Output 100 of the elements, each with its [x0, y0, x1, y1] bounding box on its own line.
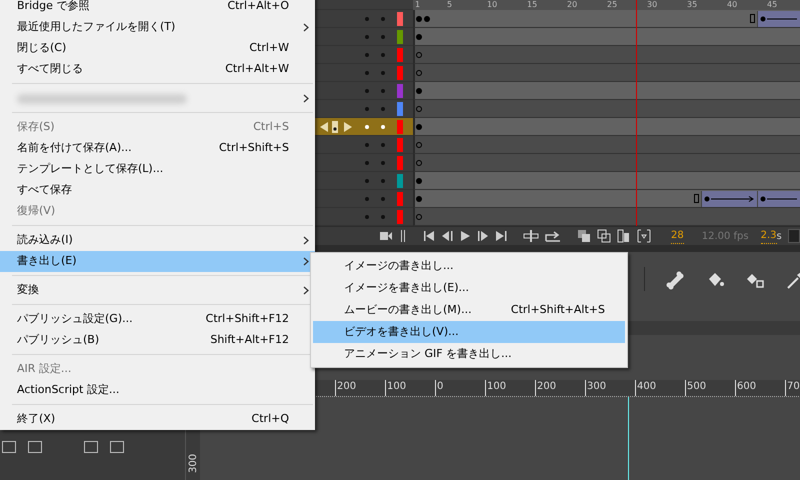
- lock-dot[interactable]: [381, 88, 385, 92]
- visibility-dot[interactable]: [365, 34, 369, 38]
- menu-item[interactable]: イメージを書き出し(E)...: [313, 277, 625, 299]
- visibility-dot[interactable]: [365, 196, 369, 200]
- tween-span[interactable]: [701, 190, 757, 206]
- step-back-icon[interactable]: [441, 229, 453, 243]
- frame-number: 1: [415, 0, 420, 10]
- center-frame-icon[interactable]: [523, 229, 539, 243]
- visibility-dot[interactable]: [365, 160, 369, 164]
- lock-dot[interactable]: [381, 142, 385, 146]
- visibility-dot[interactable]: [365, 16, 369, 20]
- tween-span[interactable]: [757, 190, 800, 206]
- lock-dot[interactable]: [381, 124, 385, 128]
- menu-item[interactable]: ビデオを書き出し(V)...: [313, 321, 625, 343]
- camera-icon[interactable]: [379, 229, 393, 243]
- keyframe-dot[interactable]: [416, 88, 422, 94]
- layer-header[interactable]: [315, 154, 413, 172]
- edit-frames-icon[interactable]: [617, 229, 631, 243]
- layer-header[interactable]: [315, 208, 413, 226]
- onion-outline-icon[interactable]: [597, 229, 611, 243]
- step-forward-icon[interactable]: [477, 229, 489, 243]
- markers-icon[interactable]: [637, 229, 651, 243]
- current-frame-field[interactable]: 28: [671, 228, 684, 244]
- menu-item[interactable]: 変換: [0, 280, 315, 301]
- layer-header[interactable]: [315, 172, 413, 190]
- visibility-dot[interactable]: [365, 88, 369, 92]
- ruler-label: 100: [385, 380, 435, 396]
- lock-dot[interactable]: [381, 70, 385, 74]
- keyframe-dot[interactable]: [424, 16, 430, 22]
- loop-icon[interactable]: [545, 229, 561, 243]
- frame-marker: [750, 14, 755, 23]
- elapsed-time-field[interactable]: 2.3: [760, 228, 777, 244]
- ruler-label: 0: [435, 380, 485, 396]
- scrollbar[interactable]: [788, 229, 800, 243]
- layer-header[interactable]: [315, 64, 413, 82]
- menu-item[interactable]: 終了(X) Ctrl+Q: [0, 409, 315, 430]
- layer-header[interactable]: [315, 10, 413, 28]
- keyframe-dot[interactable]: [416, 52, 422, 58]
- lock-dot[interactable]: [381, 196, 385, 200]
- layer-header[interactable]: [315, 28, 413, 46]
- lock-dot[interactable]: [381, 214, 385, 218]
- menu-item[interactable]: すべて閉じる Ctrl+Alt+W: [0, 59, 315, 80]
- frame-number: 15: [527, 0, 538, 10]
- menu-item[interactable]: Bridge で参照 Ctrl+Alt+O: [0, 0, 315, 17]
- visibility-dot[interactable]: [365, 142, 369, 146]
- ruler-label: 200: [535, 380, 585, 396]
- keyframe-dot[interactable]: [416, 160, 422, 166]
- menu-item[interactable]: 閉じる(C) Ctrl+W: [0, 38, 315, 59]
- visibility-dot[interactable]: [365, 178, 369, 182]
- visibility-dot[interactable]: [365, 106, 369, 110]
- keyframe-dot[interactable]: [416, 34, 422, 40]
- lock-dot[interactable]: [381, 52, 385, 56]
- menu-item[interactable]: アニメーション GIF を書き出し...: [313, 343, 625, 365]
- layer-header[interactable]: [315, 190, 413, 208]
- frame-number: 30: [647, 0, 658, 10]
- keyframe-dot[interactable]: [416, 142, 422, 148]
- first-frame-icon[interactable]: [423, 229, 435, 243]
- keyframe-dot[interactable]: [416, 106, 422, 112]
- tween-span[interactable]: [757, 10, 800, 26]
- menu-item[interactable]: ActionScript 設定...: [0, 380, 315, 401]
- menu-item[interactable]: すべて保存: [0, 180, 315, 201]
- menu-item[interactable]: 最近使用したファイルを開く(T): [0, 17, 315, 38]
- visibility-dot[interactable]: [365, 52, 369, 56]
- keyframe-dot[interactable]: [416, 16, 422, 22]
- visibility-dot[interactable]: [365, 214, 369, 218]
- lock-dot[interactable]: [381, 160, 385, 164]
- frame-number: 5: [447, 0, 452, 10]
- visibility-dot[interactable]: [365, 124, 369, 128]
- menu-item[interactable]: テンプレートとして保存(L)...: [0, 159, 315, 180]
- bone-icon[interactable]: [665, 270, 685, 290]
- menu-item[interactable]: 書き出し(E): [0, 251, 315, 272]
- keyframe-dot[interactable]: [416, 214, 422, 220]
- layer-nav-icon[interactable]: [319, 120, 353, 134]
- ruler-label: 70: [785, 380, 800, 396]
- layer-header[interactable]: [315, 100, 413, 118]
- menu-item[interactable]: 読み込み(I): [0, 230, 315, 251]
- visibility-dot[interactable]: [365, 70, 369, 74]
- keyframe-dot[interactable]: [416, 178, 422, 184]
- keyframe-dot[interactable]: [416, 196, 422, 202]
- menu-item[interactable]: ムービーの書き出し(M)... Ctrl+Shift+Alt+S: [313, 299, 625, 321]
- layer-header[interactable]: [315, 46, 413, 64]
- bars-icon[interactable]: [399, 229, 407, 243]
- lock-dot[interactable]: [381, 16, 385, 20]
- play-icon[interactable]: [459, 229, 471, 243]
- last-frame-icon[interactable]: [495, 229, 507, 243]
- layer-header[interactable]: [315, 136, 413, 154]
- ruler-label: 600: [735, 380, 785, 396]
- lock-dot[interactable]: [381, 178, 385, 182]
- menu-item[interactable]: 名前を付けて保存(A)... Ctrl+Shift+S: [0, 138, 315, 159]
- ruler-label: 300: [585, 380, 635, 396]
- lock-dot[interactable]: [381, 34, 385, 38]
- onion-skin-icon[interactable]: [577, 229, 591, 243]
- lock-dot[interactable]: [381, 106, 385, 110]
- eyedropper-icon[interactable]: [785, 270, 800, 290]
- layer-header[interactable]: [315, 118, 413, 136]
- frame-number: 40: [727, 0, 738, 10]
- frame-number: 10: [487, 0, 498, 10]
- menu-item[interactable]: イメージの書き出し...: [313, 255, 625, 277]
- keyframe-dot[interactable]: [416, 70, 422, 76]
- keyframe-dot[interactable]: [416, 124, 422, 130]
